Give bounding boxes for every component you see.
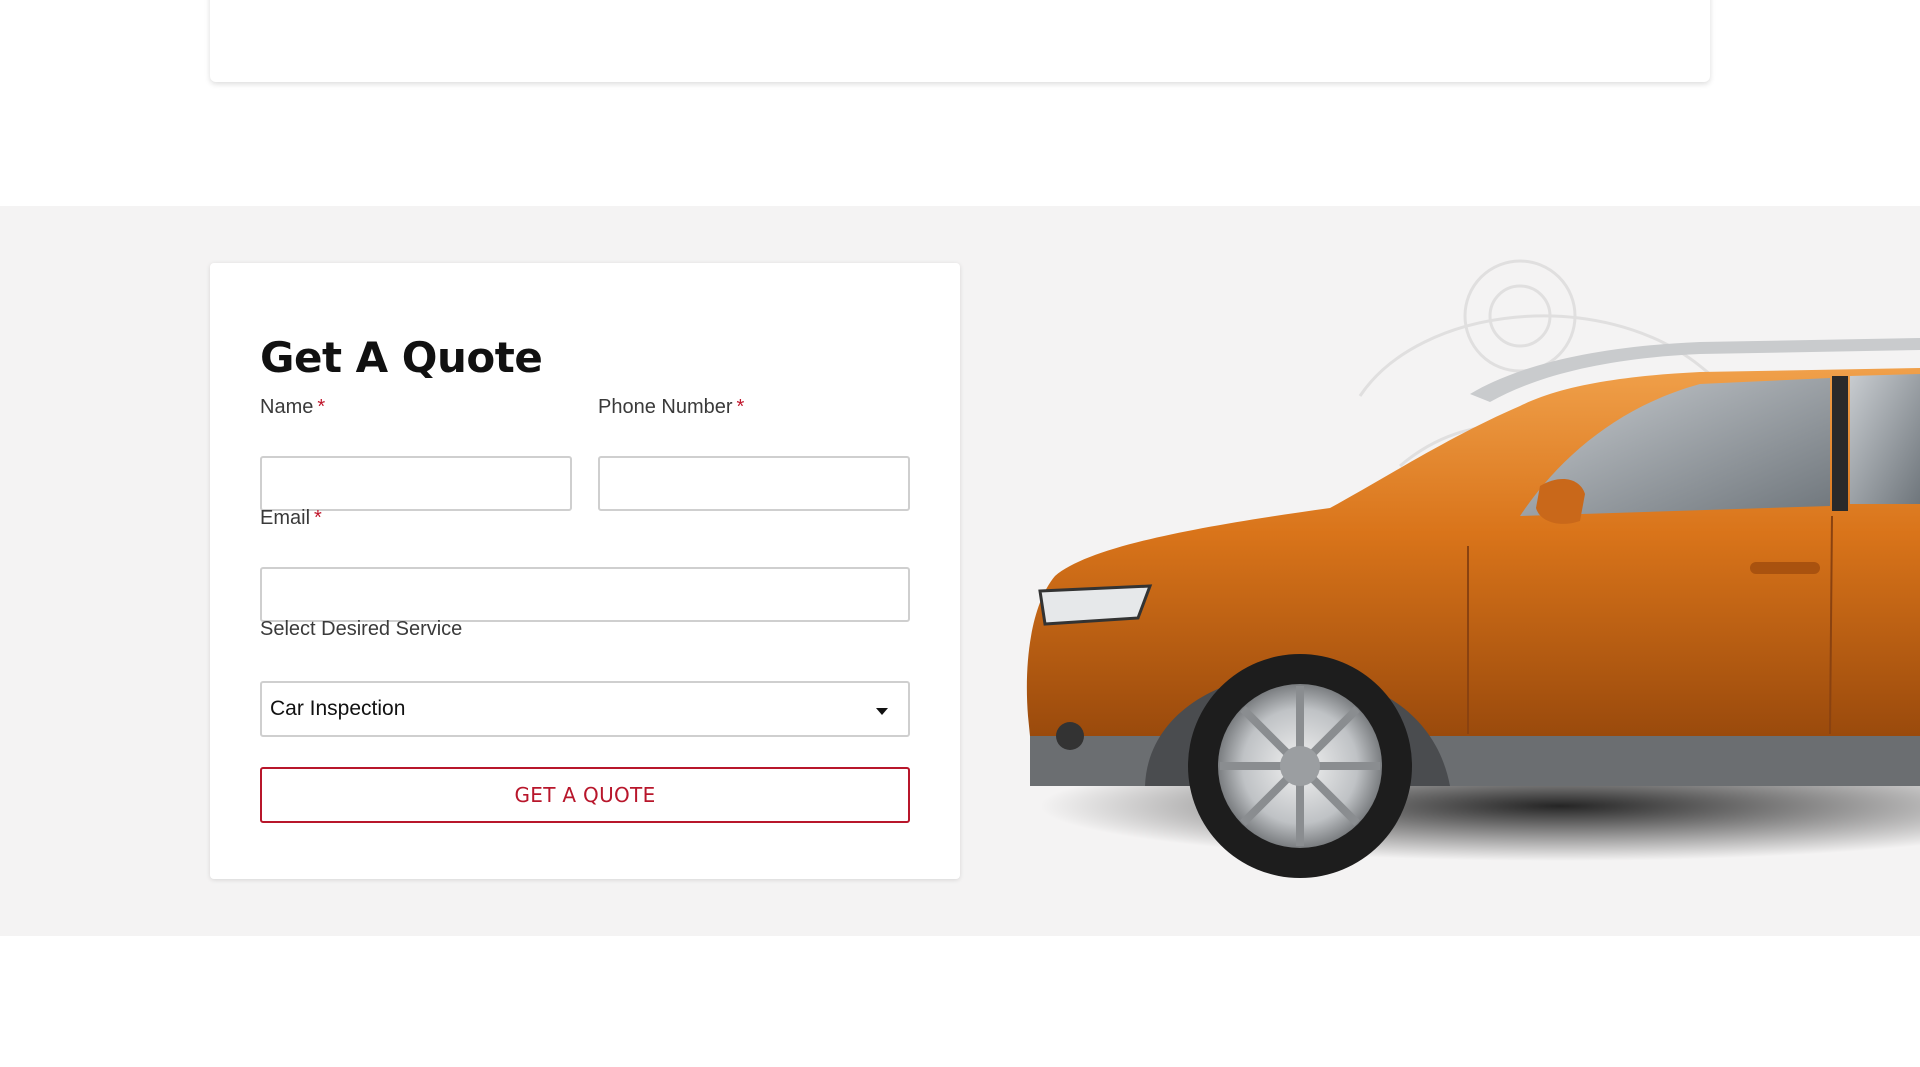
phone-label: Phone Number * (598, 396, 744, 419)
quote-form-card: Get A Quote Name * Phone Number * Email * S… (210, 263, 960, 879)
service-select[interactable]: Car Inspection (260, 681, 910, 737)
email-required-mark: * (314, 507, 322, 529)
phone-label-text: Phone Number (598, 396, 733, 418)
form-title: Get A Quote (260, 333, 543, 382)
email-label: Email * (260, 507, 322, 530)
orange-suv-image (1026, 259, 1920, 878)
name-label-text: Name (260, 396, 314, 418)
name-label: Name * (260, 396, 325, 419)
email-input[interactable] (260, 567, 910, 622)
previous-content-card (210, 0, 1710, 82)
service-selected-value: Car Inspection (270, 697, 406, 720)
service-label: Select Desired Service (260, 618, 463, 640)
get-a-quote-button[interactable]: GET A QUOTE (260, 767, 910, 823)
chevron-down-icon (876, 708, 888, 715)
name-input[interactable] (260, 456, 572, 511)
name-required-mark: * (317, 396, 326, 418)
email-label-text: Email (260, 507, 311, 529)
phone-required-mark: * (736, 396, 745, 418)
phone-number-input[interactable] (598, 456, 910, 511)
quote-section: Get A Quote Name * Phone Number * Email * S… (0, 206, 1920, 936)
